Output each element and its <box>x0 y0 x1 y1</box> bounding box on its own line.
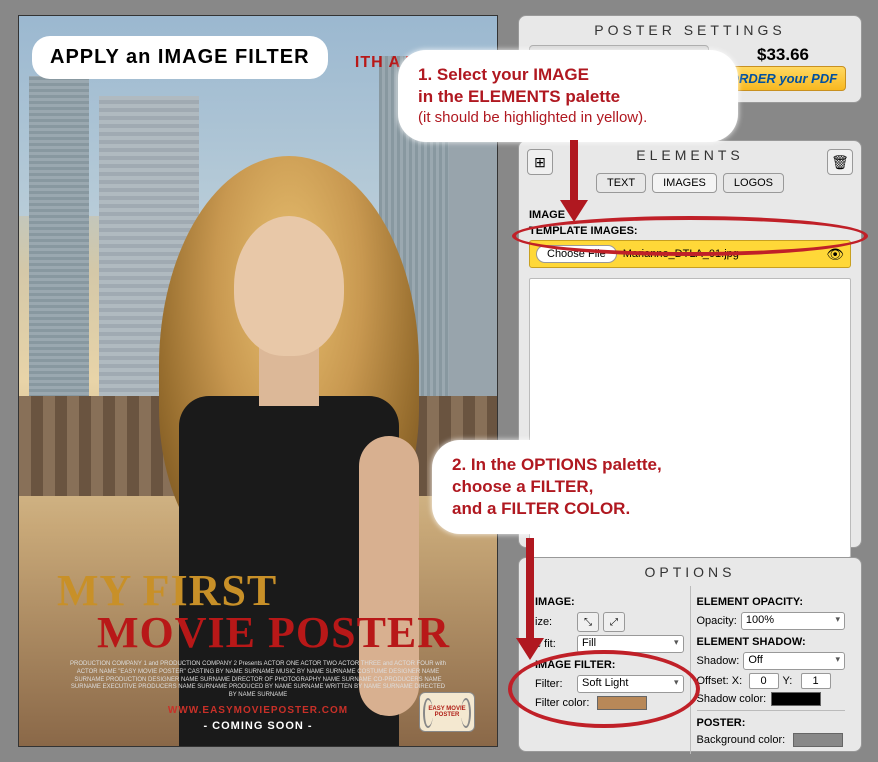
callout2-line1: 2. In the OPTIONS palette, <box>452 454 712 476</box>
filter-select[interactable]: Soft Light <box>577 675 684 693</box>
poster-badge: EASY MOVIE POSTER <box>419 692 475 732</box>
image-fit-select[interactable]: Fill <box>577 635 684 653</box>
image-filter-header: IMAGE FILTER: <box>535 659 684 671</box>
delete-element-button[interactable]: 🗑 <box>827 149 853 175</box>
opacity-select[interactable]: 100% <box>741 612 845 630</box>
trash-icon: 🗑 <box>831 154 849 171</box>
add-icon: ⊞ <box>534 154 546 171</box>
add-element-button[interactable]: ⊞ <box>527 149 553 175</box>
offset-y-label: Y: <box>783 675 797 687</box>
poster-credits: PRODUCTION COMPANY 1 and PRODUCTION COMP… <box>69 661 447 700</box>
order-pdf-button[interactable]: ORDER your PDF <box>720 66 846 91</box>
shadow-select[interactable]: Off <box>743 652 845 670</box>
callout1-line1: 1. Select your IMAGE <box>418 64 718 86</box>
bg-color-label: Background color: <box>697 734 789 746</box>
tab-logos[interactable]: LOGOS <box>723 173 784 193</box>
filename-display: Marianne_DTLA_01.jpg <box>623 248 821 260</box>
choose-file-button[interactable]: Choose File <box>536 245 617 263</box>
image-file-row[interactable]: Choose File Marianne_DTLA_01.jpg 👁 <box>529 240 851 268</box>
poster-title-line2: MOVIE POSTER <box>97 607 450 658</box>
scale-up-button[interactable]: ⤢ <box>603 612 625 632</box>
filter-color-swatch[interactable] <box>597 696 647 710</box>
tutorial-callout-1: 1. Select your IMAGE in the ELEMENTS pal… <box>398 50 738 142</box>
callout1-line2: in the ELEMENTS palette <box>418 86 718 108</box>
options-title: OPTIONS <box>519 558 861 586</box>
shadow-color-swatch[interactable] <box>771 692 821 706</box>
filter-color-label: Filter color: <box>535 697 593 709</box>
image-options-header: IMAGE: <box>535 596 684 608</box>
callout2-line2: choose a FILTER, <box>452 476 712 498</box>
options-panel: OPTIONS IMAGE: ize: ⤡ ⤢ e fit: Fill IMAG… <box>518 557 862 752</box>
shadow-label: Shadow: <box>697 655 740 667</box>
poster-options-header: POSTER: <box>697 717 846 729</box>
offset-x-label: Offset: X: <box>697 675 745 687</box>
tutorial-header: APPLY an IMAGE FILTER <box>32 36 328 79</box>
tutorial-callout-2: 2. In the OPTIONS palette, choose a FILT… <box>432 440 732 534</box>
scale-down-button[interactable]: ⤡ <box>577 612 599 632</box>
offset-y-input[interactable] <box>801 673 831 689</box>
shadow-header: ELEMENT SHADOW: <box>697 636 846 648</box>
template-images-label: TEMPLATE IMAGES: <box>529 225 851 237</box>
shadow-color-label: Shadow color: <box>697 693 767 705</box>
arrow-2 <box>516 538 544 660</box>
opacity-header: ELEMENT OPACITY: <box>697 596 846 608</box>
arrow-1 <box>560 140 588 222</box>
filter-label: Filter: <box>535 678 573 690</box>
callout1-line3: (it should be highlighted in yellow). <box>418 108 718 128</box>
price-display: $33.66 <box>715 44 851 66</box>
callout2-line3: and a FILTER COLOR. <box>452 498 712 520</box>
visibility-icon[interactable]: 👁 <box>826 246 844 263</box>
bg-color-swatch[interactable] <box>793 733 843 747</box>
tab-images[interactable]: IMAGES <box>652 173 717 193</box>
tab-text[interactable]: TEXT <box>596 173 646 193</box>
opacity-label: Opacity: <box>697 615 737 627</box>
offset-x-input[interactable] <box>749 673 779 689</box>
settings-title: POSTER SETTINGS <box>519 16 861 44</box>
